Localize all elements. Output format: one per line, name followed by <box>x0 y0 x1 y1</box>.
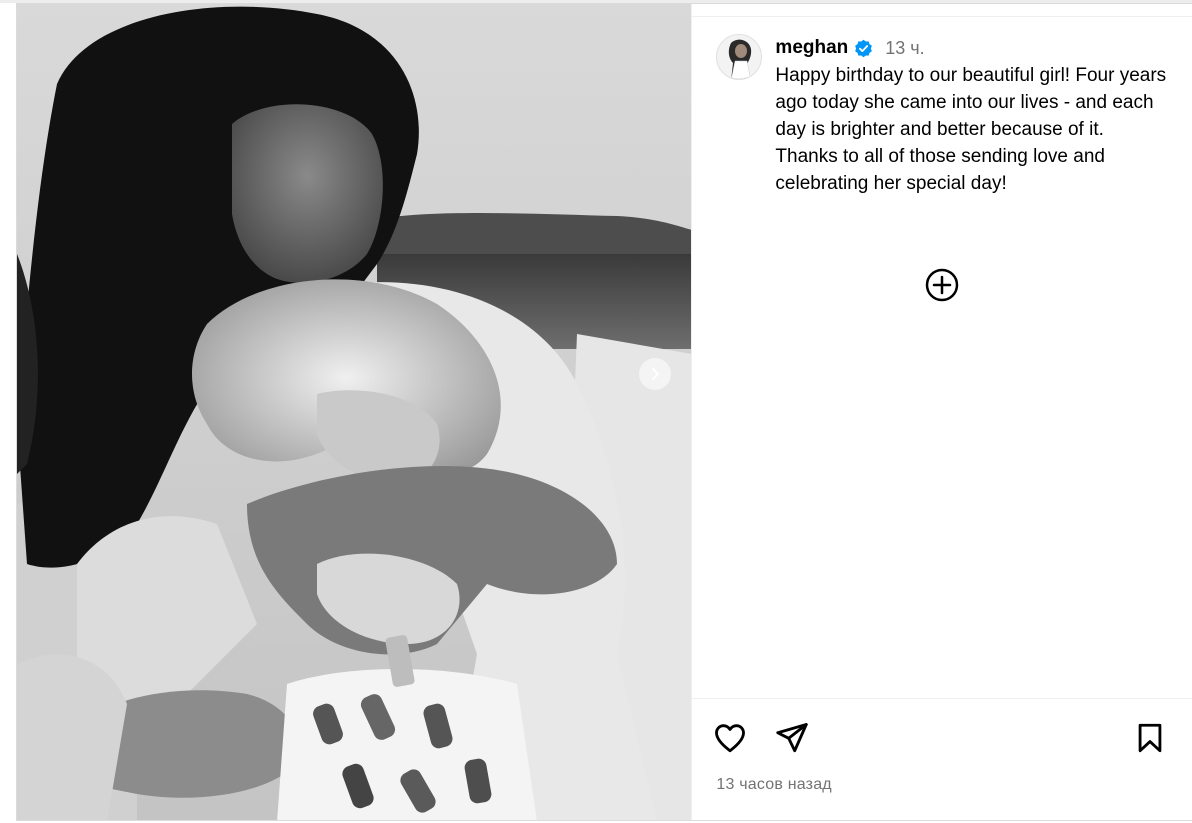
caption: meghan 13 ч. Happy birthday to our beaut… <box>716 34 1176 197</box>
heart-icon <box>715 724 746 753</box>
plus-circle-icon <box>926 268 959 302</box>
panel-divider <box>692 16 1192 17</box>
caption-header: meghan 13 ч. <box>775 34 1170 62</box>
avatar-image <box>717 35 762 79</box>
chevron-right-icon <box>652 368 659 380</box>
post-side-panel: meghan 13 ч. Happy birthday to our beaut… <box>691 4 1192 820</box>
avatar[interactable] <box>716 34 763 80</box>
load-more-comments-button[interactable] <box>924 267 960 303</box>
post-photo <box>17 4 692 820</box>
paper-plane-icon <box>776 723 809 753</box>
caption-body: meghan 13 ч. Happy birthday to our beaut… <box>775 34 1170 197</box>
photo-image <box>17 4 692 820</box>
actions-divider <box>692 698 1192 699</box>
caption-text: Happy birthday to our beautiful girl! Fo… <box>775 65 1167 194</box>
next-photo-button[interactable] <box>639 358 671 390</box>
bookmark-icon <box>1139 723 1162 753</box>
post-time: 13 ч. <box>885 37 925 58</box>
save-button[interactable] <box>1130 718 1170 758</box>
share-button[interactable] <box>772 718 812 758</box>
post-timestamp[interactable]: 13 часов назад <box>716 776 831 794</box>
verified-badge-icon <box>855 39 873 57</box>
post-dialog: meghan 13 ч. Happy birthday to our beaut… <box>16 3 1192 821</box>
username-link[interactable]: meghan <box>775 37 848 59</box>
like-button[interactable] <box>710 718 750 758</box>
